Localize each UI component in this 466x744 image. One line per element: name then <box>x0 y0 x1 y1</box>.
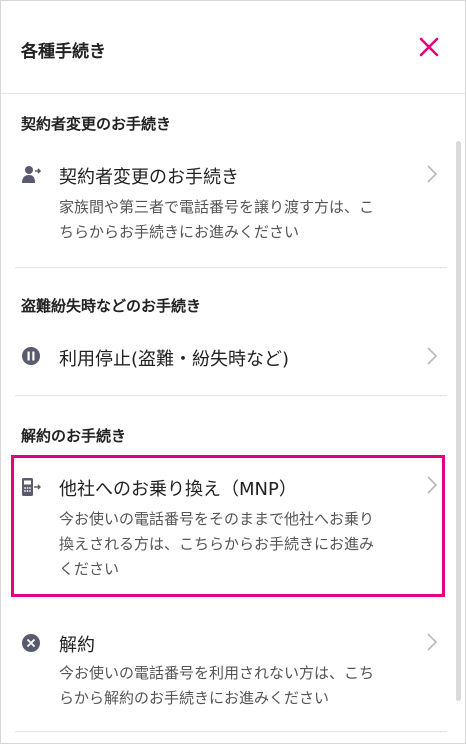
desc-line: 換えされる方は、こちらからお手続きにお進み <box>59 535 375 553</box>
contract-change-desc: 家族間や第三者で電話番号を譲り渡す方は、こ ちらからお手続きにお進みください <box>59 195 429 245</box>
mnp-transfer-desc: 今お使いの電話番号をそのままで他社へお乗り 換えされる方は、こちらからお手続きに… <box>59 507 429 582</box>
pause-icon <box>22 347 40 365</box>
chevron-right-icon <box>427 347 438 365</box>
cancel-contract-item[interactable]: 解約 今お使いの電話番号を利用されない方は、こち らから解約のお手続きにお進みく… <box>15 625 447 717</box>
phone-transfer-icon <box>22 478 41 496</box>
chevron-right-icon <box>427 633 438 651</box>
contract-change-item[interactable]: 契約者変更のお手続き 家族間や第三者で電話番号を譲り渡す方は、こ ちらからお手続… <box>15 151 447 251</box>
section-title-theft-loss: 盗難紛失時などのお手続き <box>21 297 202 315</box>
section-divider <box>15 395 447 396</box>
section-divider <box>15 267 447 268</box>
cancel-contract-label: 解約 <box>59 635 95 656</box>
close-icon[interactable] <box>415 33 443 61</box>
section-title-cancellation: 解約のお手続き <box>21 427 127 445</box>
person-transfer-icon <box>22 166 41 183</box>
chevron-right-icon <box>427 476 438 494</box>
contract-change-label: 契約者変更のお手続き <box>59 167 239 188</box>
section-title-contract-change: 契約者変更のお手続き <box>21 115 172 133</box>
chevron-right-icon <box>427 165 438 183</box>
desc-line: ちらからお手続きにお進みください <box>59 223 300 241</box>
desc-line: 今お使いの電話番号を利用されない方は、こち <box>59 664 375 682</box>
panel-title: 各種手続き <box>21 42 106 62</box>
desc-line: 家族間や第三者で電話番号を譲り渡す方は、こ <box>59 198 375 216</box>
procedures-panel: 各種手続き 契約者変更のお手続き 契約者変更のお手続き 家族間や第三者で電話番号… <box>0 0 466 744</box>
desc-line: 今お使いの電話番号をそのままで他社へお乗り <box>59 510 375 528</box>
suspend-service-label: 利用停止(盗難・紛失時など) <box>59 349 290 370</box>
scrollbar[interactable] <box>456 141 461 701</box>
cancel-icon <box>22 634 40 652</box>
cancel-contract-desc: 今お使いの電話番号を利用されない方は、こち らから解約のお手続きにお進みください <box>59 661 429 711</box>
mnp-transfer-item[interactable]: 他社へのお乗り換え（MNP） 今お使いの電話番号をそのままで他社へお乗り 換えさ… <box>15 465 447 593</box>
suspend-service-item[interactable]: 利用停止(盗難・紛失時など) <box>15 337 447 377</box>
panel-header: 各種手続き <box>1 1 465 94</box>
desc-line: らから解約のお手続きにお進みください <box>59 689 330 707</box>
mnp-transfer-label: 他社へのお乗り換え（MNP） <box>59 479 297 500</box>
desc-line: ください <box>59 560 120 578</box>
section-divider <box>15 731 447 732</box>
